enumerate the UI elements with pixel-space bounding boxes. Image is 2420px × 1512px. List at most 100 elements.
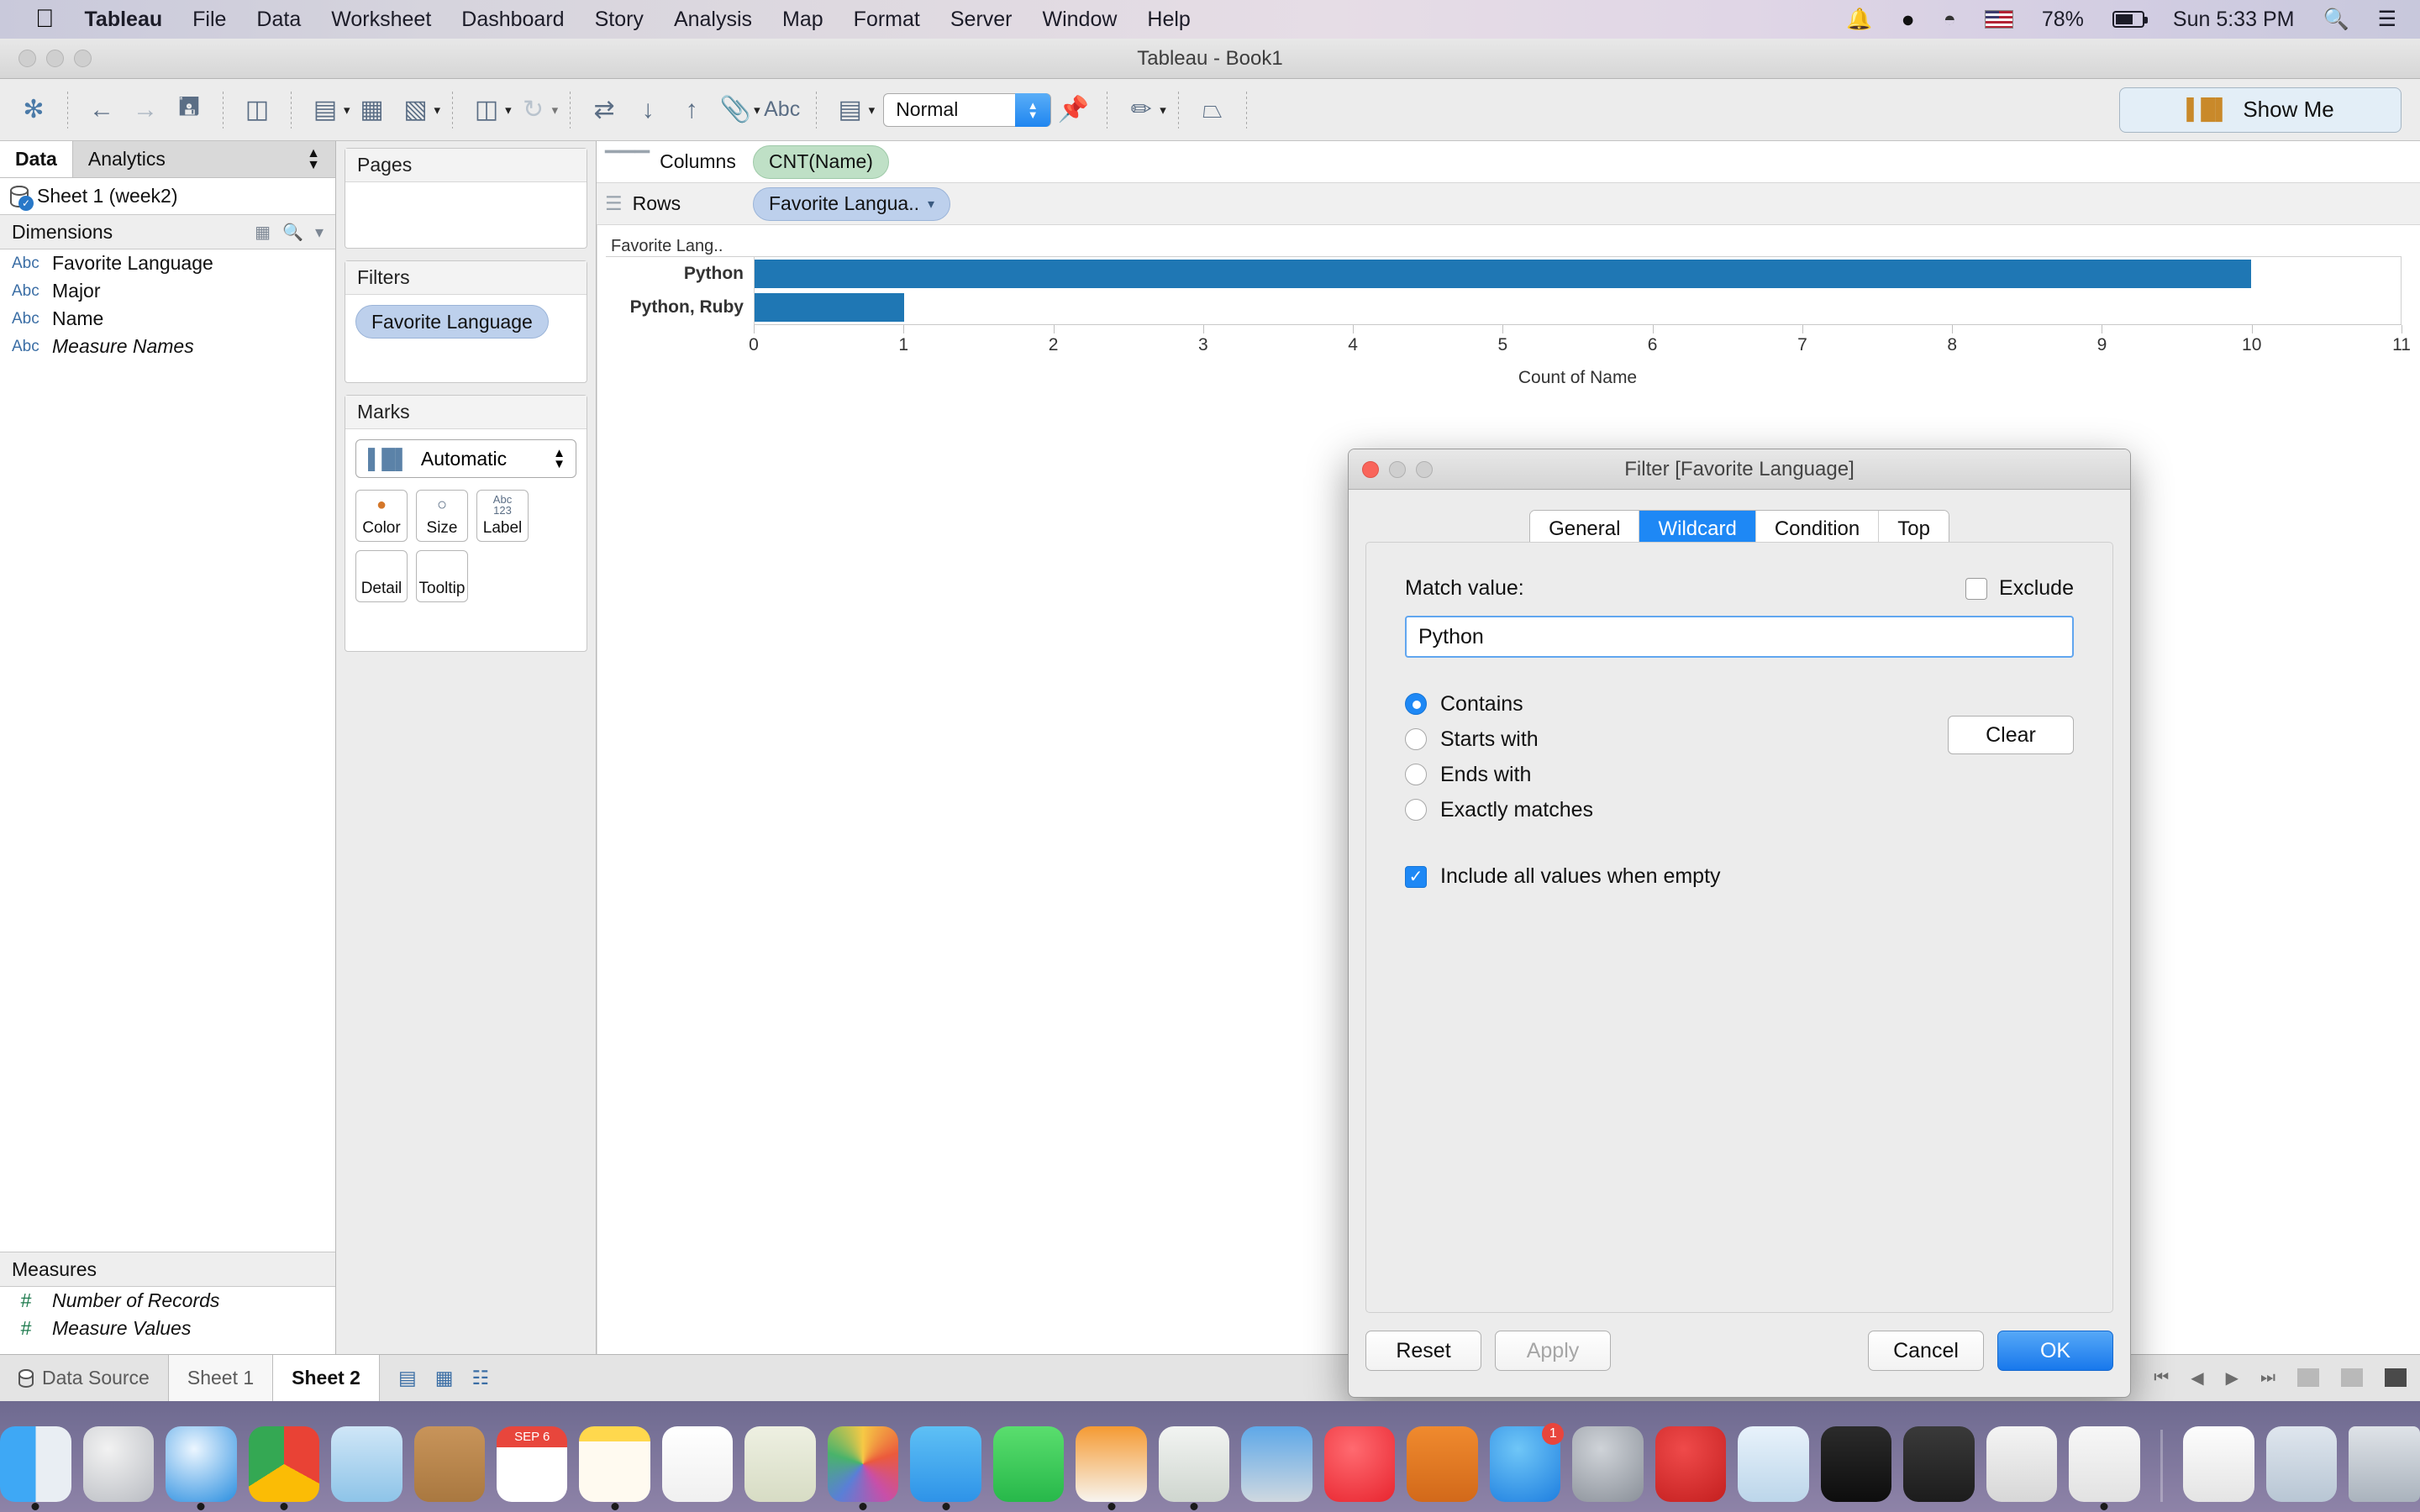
apply-button[interactable]: Apply — [1495, 1331, 1611, 1371]
new-data-source-button[interactable]: ◫ — [235, 88, 279, 132]
cancel-button[interactable]: Cancel — [1868, 1331, 1984, 1371]
new-worksheet-button[interactable]: ▤ — [303, 88, 347, 132]
fit-size-select[interactable]: Normal ▲ ▼ — [883, 92, 1052, 127]
battery-icon[interactable] — [2112, 11, 2148, 28]
chevron-down-icon[interactable]: ▾ — [434, 102, 441, 118]
sort-descending-button[interactable]: ↓ — [626, 88, 670, 132]
radio-exactly-matches[interactable]: Exactly matches — [1405, 792, 2074, 827]
fix-axes-button[interactable]: ▤ — [829, 88, 872, 132]
menu-item-map[interactable]: Map — [782, 8, 823, 32]
previous-page-button[interactable]: ◀ — [2191, 1368, 2203, 1389]
marks-detail-button[interactable]: Detail — [355, 550, 408, 602]
dimension-name[interactable]: Abc Name — [0, 305, 335, 333]
dock-item-launchpad[interactable] — [82, 1426, 155, 1502]
fit-pin-icon[interactable]: 📌 — [1051, 88, 1095, 132]
new-dashboard-icon[interactable]: ▦ — [435, 1367, 454, 1389]
show-mark-labels-button[interactable]: Abc — [760, 88, 804, 132]
dock-item-trash[interactable] — [2349, 1426, 2420, 1502]
radio-exactly-matches-control[interactable] — [1405, 799, 1427, 821]
bar-python[interactable] — [755, 260, 2251, 288]
dimension-measure-names[interactable]: Abc Measure Names — [0, 333, 335, 360]
apple-icon[interactable]:  — [35, 7, 55, 32]
search-icon[interactable]: 🔍 — [282, 222, 303, 243]
dock-item-keynote[interactable] — [1241, 1426, 1313, 1502]
marks-size-button[interactable]: ○ Size — [416, 490, 468, 542]
show-filmstrip-button[interactable] — [2297, 1368, 2319, 1387]
sheet-tab-sheet-2[interactable]: Sheet 2 — [273, 1355, 380, 1401]
radio-ends-with[interactable]: Ends with — [1405, 757, 2074, 792]
duplicate-sheet-button[interactable]: ▦ — [350, 88, 394, 132]
dock-item-app-store[interactable]: 1 — [1489, 1423, 1565, 1502]
dock-item-maps[interactable] — [744, 1426, 816, 1502]
dock-item-netease-music[interactable] — [1655, 1426, 1727, 1502]
dock-item-notes[interactable] — [579, 1426, 650, 1510]
dock-item-pages[interactable] — [1076, 1426, 1147, 1510]
pages-card-body[interactable] — [345, 182, 587, 248]
dock-item-photos[interactable] — [827, 1426, 899, 1510]
dock-item-calendar[interactable]: SEP 6 — [497, 1426, 568, 1502]
marks-color-button[interactable]: ● Color — [355, 490, 408, 542]
dimension-favorite-language[interactable]: Abc Favorite Language — [0, 249, 335, 277]
columns-pill-cnt-name[interactable]: CNT(Name) — [753, 144, 889, 179]
filter-dialog[interactable]: Filter [Favorite Language] General Wildc… — [1348, 449, 2131, 1398]
include-empty-row[interactable]: ✓ Include all values when empty — [1405, 864, 2074, 889]
rows-shelf-drop[interactable]: Favorite Langua.. ▾ — [748, 183, 2420, 224]
data-source-item[interactable]: ✓ Sheet 1 (week2) — [0, 178, 335, 214]
menu-bar-clock[interactable]: Sun 5:33 PM — [2173, 8, 2295, 32]
dropbox-icon[interactable]: ● — [1901, 7, 1914, 33]
menu-item-data[interactable]: Data — [256, 8, 301, 32]
dock-item-preview[interactable] — [1738, 1426, 1809, 1502]
chevron-down-icon[interactable]: ▾ — [315, 222, 324, 243]
menu-item-dashboard[interactable]: Dashboard — [461, 8, 564, 32]
dock-item-ibooks[interactable] — [1407, 1426, 1478, 1502]
menu-item-server[interactable]: Server — [950, 8, 1013, 32]
filter-pill-favorite-language[interactable]: Favorite Language — [355, 305, 549, 339]
chevron-down-icon[interactable]: ▾ — [928, 196, 934, 213]
radio-ends-with-control[interactable] — [1405, 764, 1427, 785]
radio-contains-control[interactable] — [1405, 693, 1427, 715]
stepper-arrows-icon[interactable]: ▲ ▼ — [553, 447, 566, 470]
chevron-down-icon[interactable]: ▾ — [869, 102, 876, 118]
mark-type-select[interactable]: ▌█▌ Automatic ▲ ▼ — [355, 439, 576, 478]
exclude-checkbox-group[interactable]: Exclude — [1965, 576, 2074, 601]
marks-tooltip-button[interactable]: Tooltip — [416, 550, 468, 602]
group-members-button[interactable]: 📎 — [713, 88, 757, 132]
sheet-tab-sheet-1[interactable]: Sheet 1 — [168, 1355, 274, 1401]
spotlight-search-icon[interactable]: 🔍 — [2323, 8, 2349, 32]
refresh-data-source-button[interactable]: ↻ — [512, 88, 555, 132]
menu-item-format[interactable]: Format — [854, 8, 920, 32]
chevron-down-icon[interactable]: ▾ — [344, 102, 350, 118]
menu-item-analysis[interactable]: Analysis — [674, 8, 752, 32]
next-page-button[interactable]: ▶ — [2226, 1368, 2238, 1389]
data-source-tab[interactable]: Data Source — [0, 1355, 169, 1401]
row-header-python-ruby[interactable]: Python, Ruby — [606, 291, 754, 324]
chevron-down-icon[interactable]: ▾ — [1160, 102, 1166, 118]
ok-button[interactable]: OK — [1997, 1331, 2113, 1371]
sort-arrows-icon[interactable]: ▲ ▼ — [307, 146, 320, 171]
dimension-major[interactable]: Abc Major — [0, 277, 335, 305]
dock-item-documents-stack[interactable] — [2183, 1426, 2254, 1502]
dock-item-numbers[interactable] — [1158, 1426, 1230, 1510]
axis-line[interactable]: 0 1 2 3 4 5 6 7 8 9 10 11 — [749, 324, 2411, 365]
dock-item-messages[interactable] — [910, 1426, 981, 1510]
rows-pill-favorite-language[interactable]: Favorite Langua.. ▾ — [753, 186, 951, 221]
tab-data[interactable]: Data — [0, 141, 72, 177]
reset-button[interactable]: Reset — [1365, 1331, 1481, 1371]
dock-item-facetime[interactable] — [992, 1426, 1065, 1502]
menu-item-tableau[interactable]: Tableau — [85, 8, 163, 32]
dock-item-contacts[interactable] — [413, 1426, 485, 1502]
menu-item-window[interactable]: Window — [1043, 8, 1118, 32]
dock-item-terminal[interactable] — [1820, 1426, 1892, 1502]
clear-button[interactable]: Clear — [1948, 716, 2074, 754]
presentation-mode-icon[interactable]: ⏢ — [1191, 88, 1234, 132]
include-empty-checkbox[interactable]: ✓ — [1405, 865, 1427, 888]
chevron-down-icon[interactable]: ▾ — [754, 102, 760, 118]
dock-item-sublime-text[interactable] — [1903, 1426, 1975, 1502]
notification-center-icon[interactable]: ☰ — [2378, 7, 2396, 32]
new-story-icon[interactable]: ☷ — [471, 1367, 489, 1389]
show-sheet-sorter-button[interactable] — [2341, 1368, 2363, 1387]
dock-item-tableau[interactable] — [2069, 1426, 2140, 1510]
dock-item-chrome[interactable] — [248, 1426, 320, 1510]
menu-item-help[interactable]: Help — [1147, 8, 1190, 32]
row-header-python[interactable]: Python — [606, 257, 754, 291]
